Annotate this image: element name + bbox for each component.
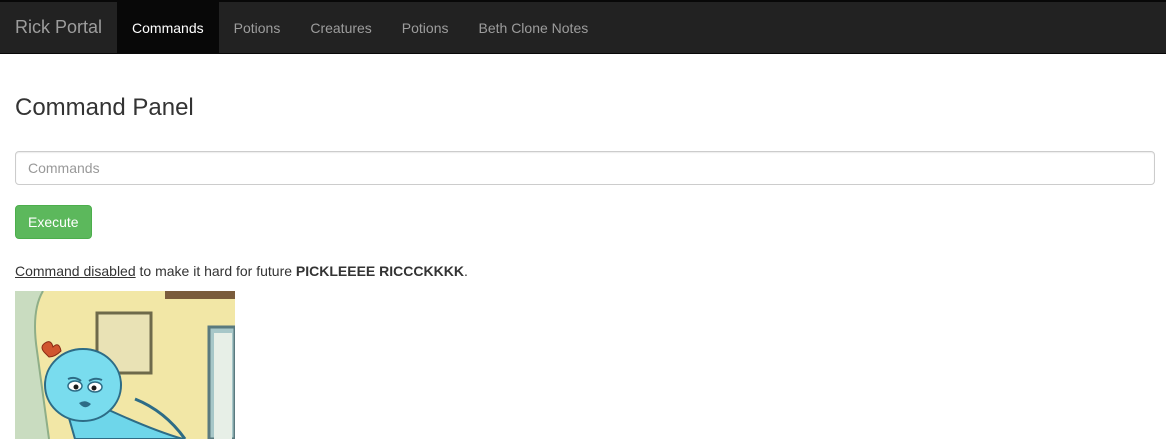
meeseeks-image (15, 291, 235, 439)
nav-item-beth-clone-notes[interactable]: Beth Clone Notes (464, 2, 604, 53)
nav-list: Commands Potions Creatures Potions Beth … (117, 2, 603, 53)
nav-item-creatures[interactable]: Creatures (295, 2, 386, 53)
commands-input[interactable] (15, 151, 1155, 185)
execute-button[interactable]: Execute (15, 205, 92, 239)
page-title: Command Panel (15, 94, 194, 121)
nav-item-potions[interactable]: Potions (219, 2, 296, 53)
brand-link[interactable]: Rick Portal (0, 2, 117, 53)
notice-underlined-text: Command disabled (15, 263, 136, 279)
top-navbar: Rick Portal Commands Potions Creatures P… (0, 0, 1166, 54)
notice-middle-text: to make it hard for future (135, 263, 296, 279)
main-content: Command Panel Execute Command disabled t… (0, 95, 1166, 439)
notice-end-text: . (463, 263, 468, 279)
disabled-notice: Command disabled to make it hard for fut… (15, 261, 1151, 281)
nav-item-potions-2[interactable]: Potions (387, 2, 464, 53)
notice-bold-text: PICKLEEEE RICCCKKKK (295, 263, 464, 279)
nav-item-commands[interactable]: Commands (117, 2, 219, 53)
meeseeks-illustration (15, 291, 235, 439)
